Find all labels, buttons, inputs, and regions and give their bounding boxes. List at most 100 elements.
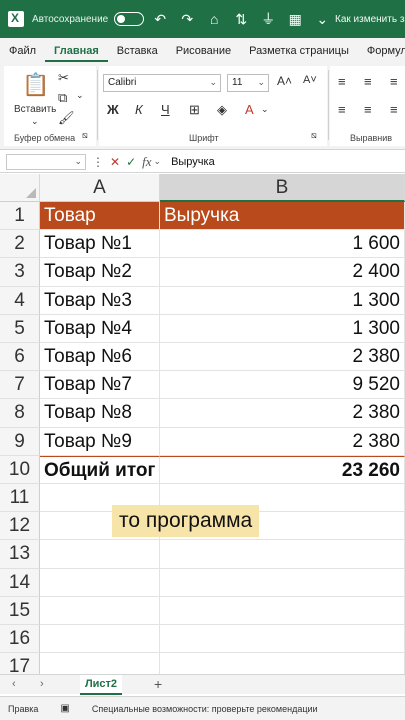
cut-icon[interactable]: ✂	[58, 70, 69, 86]
revenue-cell[interactable]: 2 380	[160, 343, 405, 372]
row-header[interactable]: 14	[0, 568, 40, 597]
copy-dropdown-icon[interactable]: ⌄	[76, 90, 84, 101]
table-header-product[interactable]: Товар	[40, 202, 160, 231]
revenue-cell[interactable]: 9 520	[160, 371, 405, 400]
fill-color-icon[interactable]: ◈	[217, 102, 227, 118]
borders-icon[interactable]: ⊞	[189, 102, 200, 118]
align-left-icon[interactable]: ≡	[338, 102, 346, 117]
tab-draw[interactable]: Рисование	[167, 45, 240, 62]
row-header[interactable]: 7	[0, 371, 40, 400]
revenue-cell[interactable]: 2 380	[160, 399, 405, 428]
row-header[interactable]: 2	[0, 230, 40, 259]
shrink-font-icon[interactable]: A˅	[303, 74, 317, 86]
table-header-revenue[interactable]: Выручка	[160, 202, 405, 231]
accessibility-status[interactable]: Специальные возможности: проверьте реком…	[92, 704, 318, 714]
paste-icon[interactable]: 📋	[22, 72, 49, 98]
format-painter-icon[interactable]: 🖌	[58, 110, 75, 126]
align-bottom-icon[interactable]: ≡	[390, 74, 398, 89]
product-cell[interactable]: Товар №9	[40, 427, 160, 456]
revenue-cell[interactable]: 2 380	[160, 427, 405, 456]
next-sheet-icon[interactable]: ›	[40, 678, 44, 690]
column-header-a[interactable]: A	[40, 174, 160, 202]
number-format-icon[interactable]: ▦	[284, 11, 306, 28]
revenue-cell[interactable]: 2 400	[160, 258, 405, 287]
sheet-tab-active[interactable]: Лист2	[80, 675, 122, 695]
underline-button[interactable]: Ч	[161, 102, 170, 117]
clipboard-launcher-icon[interactable]: ⧅	[82, 130, 88, 141]
product-cell[interactable]: Товар №3	[40, 286, 160, 315]
undo-icon[interactable]: ↶	[149, 11, 171, 28]
insert-function-button[interactable]: fx	[142, 154, 151, 170]
row-header[interactable]: 6	[0, 343, 40, 372]
align-center-icon[interactable]: ≡	[364, 102, 372, 117]
row-header[interactable]: 8	[0, 399, 40, 428]
row-header[interactable]: 11	[0, 484, 40, 513]
align-right-icon[interactable]: ≡	[390, 102, 398, 117]
align-top-icon[interactable]: ≡	[338, 74, 346, 89]
empty-cell[interactable]	[40, 596, 160, 625]
prev-sheet-icon[interactable]: ‹	[12, 678, 16, 690]
add-sheet-button[interactable]: +	[154, 676, 162, 692]
row-header[interactable]: 15	[0, 596, 40, 625]
product-cell[interactable]: Товар №4	[40, 314, 160, 343]
revenue-cell[interactable]: 1 300	[160, 286, 405, 315]
redo-icon[interactable]: ↷	[176, 11, 198, 28]
revenue-cell[interactable]: 1 600	[160, 230, 405, 259]
font-color-dropdown-icon[interactable]: ⌄	[261, 104, 269, 115]
row-header[interactable]: 12	[0, 512, 40, 541]
empty-cell[interactable]	[40, 540, 160, 569]
row-header[interactable]: 13	[0, 540, 40, 569]
tab-home[interactable]: Главная	[45, 45, 108, 62]
more-options-icon[interactable]: ⋮	[92, 155, 104, 169]
row-header[interactable]: 10	[0, 455, 40, 484]
bold-button[interactable]: Ж	[107, 102, 119, 117]
empty-cell[interactable]	[160, 625, 405, 654]
product-cell[interactable]: Товар №1	[40, 230, 160, 259]
select-all-button[interactable]	[0, 174, 40, 202]
filter-icon[interactable]: ⏚	[257, 9, 279, 29]
product-cell[interactable]: Товар №6	[40, 343, 160, 372]
product-cell[interactable]: Товар №8	[40, 399, 160, 428]
paste-button[interactable]: Вставить	[14, 104, 56, 115]
column-header-b[interactable]: B	[160, 174, 405, 202]
format-painter-icon[interactable]: ⌂	[203, 11, 225, 27]
tab-file[interactable]: Файл	[0, 45, 45, 62]
italic-button[interactable]: К	[135, 102, 143, 117]
enter-icon[interactable]: ✓	[126, 155, 136, 169]
empty-cell[interactable]	[160, 568, 405, 597]
grand-total-value[interactable]: 23 260	[160, 455, 405, 484]
row-header[interactable]: 9	[0, 427, 40, 456]
formula-input[interactable]: Выручка	[171, 156, 215, 168]
row-header[interactable]: 4	[0, 286, 40, 315]
copy-icon[interactable]: ⧉	[58, 90, 67, 106]
font-color-icon[interactable]: A	[245, 102, 254, 117]
paste-dropdown-icon[interactable]: ⌄	[31, 116, 39, 127]
tell-me-search[interactable]: Как изменить за	[335, 14, 405, 25]
tab-insert[interactable]: Вставка	[108, 45, 167, 62]
row-header[interactable]: 5	[0, 314, 40, 343]
align-middle-icon[interactable]: ≡	[364, 74, 372, 89]
cancel-icon[interactable]: ✕	[110, 155, 120, 169]
worksheet-grid[interactable]: A B 1 2 3 4 5 6 7 8 9 10 11 12 13 14 15 16 17 Товар Выручка Т…	[0, 174, 405, 682]
autosave-toggle[interactable]	[114, 12, 145, 26]
empty-cell[interactable]	[160, 540, 405, 569]
row-header[interactable]: 3	[0, 258, 40, 287]
grand-total-label[interactable]: Общий итог	[40, 455, 160, 484]
product-cell[interactable]: Товар №7	[40, 371, 160, 400]
grow-font-icon[interactable]: A˄	[277, 74, 292, 88]
empty-cell[interactable]	[40, 625, 160, 654]
font-name-select[interactable]: Calibri ⌄	[103, 74, 221, 92]
customize-toolbar-icon[interactable]: ⌄	[311, 11, 333, 28]
revenue-cell[interactable]: 1 300	[160, 314, 405, 343]
row-header[interactable]: 1	[0, 202, 40, 231]
empty-cell[interactable]	[40, 568, 160, 597]
product-cell[interactable]: Товар №2	[40, 258, 160, 287]
tab-formulas[interactable]: Формулы	[358, 45, 405, 62]
chevron-down-icon[interactable]: ⌄	[154, 156, 162, 167]
tab-page-layout[interactable]: Разметка страницы	[240, 45, 358, 62]
name-box[interactable]: ⌄	[6, 153, 86, 170]
sort-icon[interactable]: ⇅	[230, 11, 252, 28]
font-size-select[interactable]: 11 ⌄	[227, 74, 269, 92]
font-launcher-icon[interactable]: ⧅	[311, 130, 317, 141]
row-header[interactable]: 16	[0, 625, 40, 654]
